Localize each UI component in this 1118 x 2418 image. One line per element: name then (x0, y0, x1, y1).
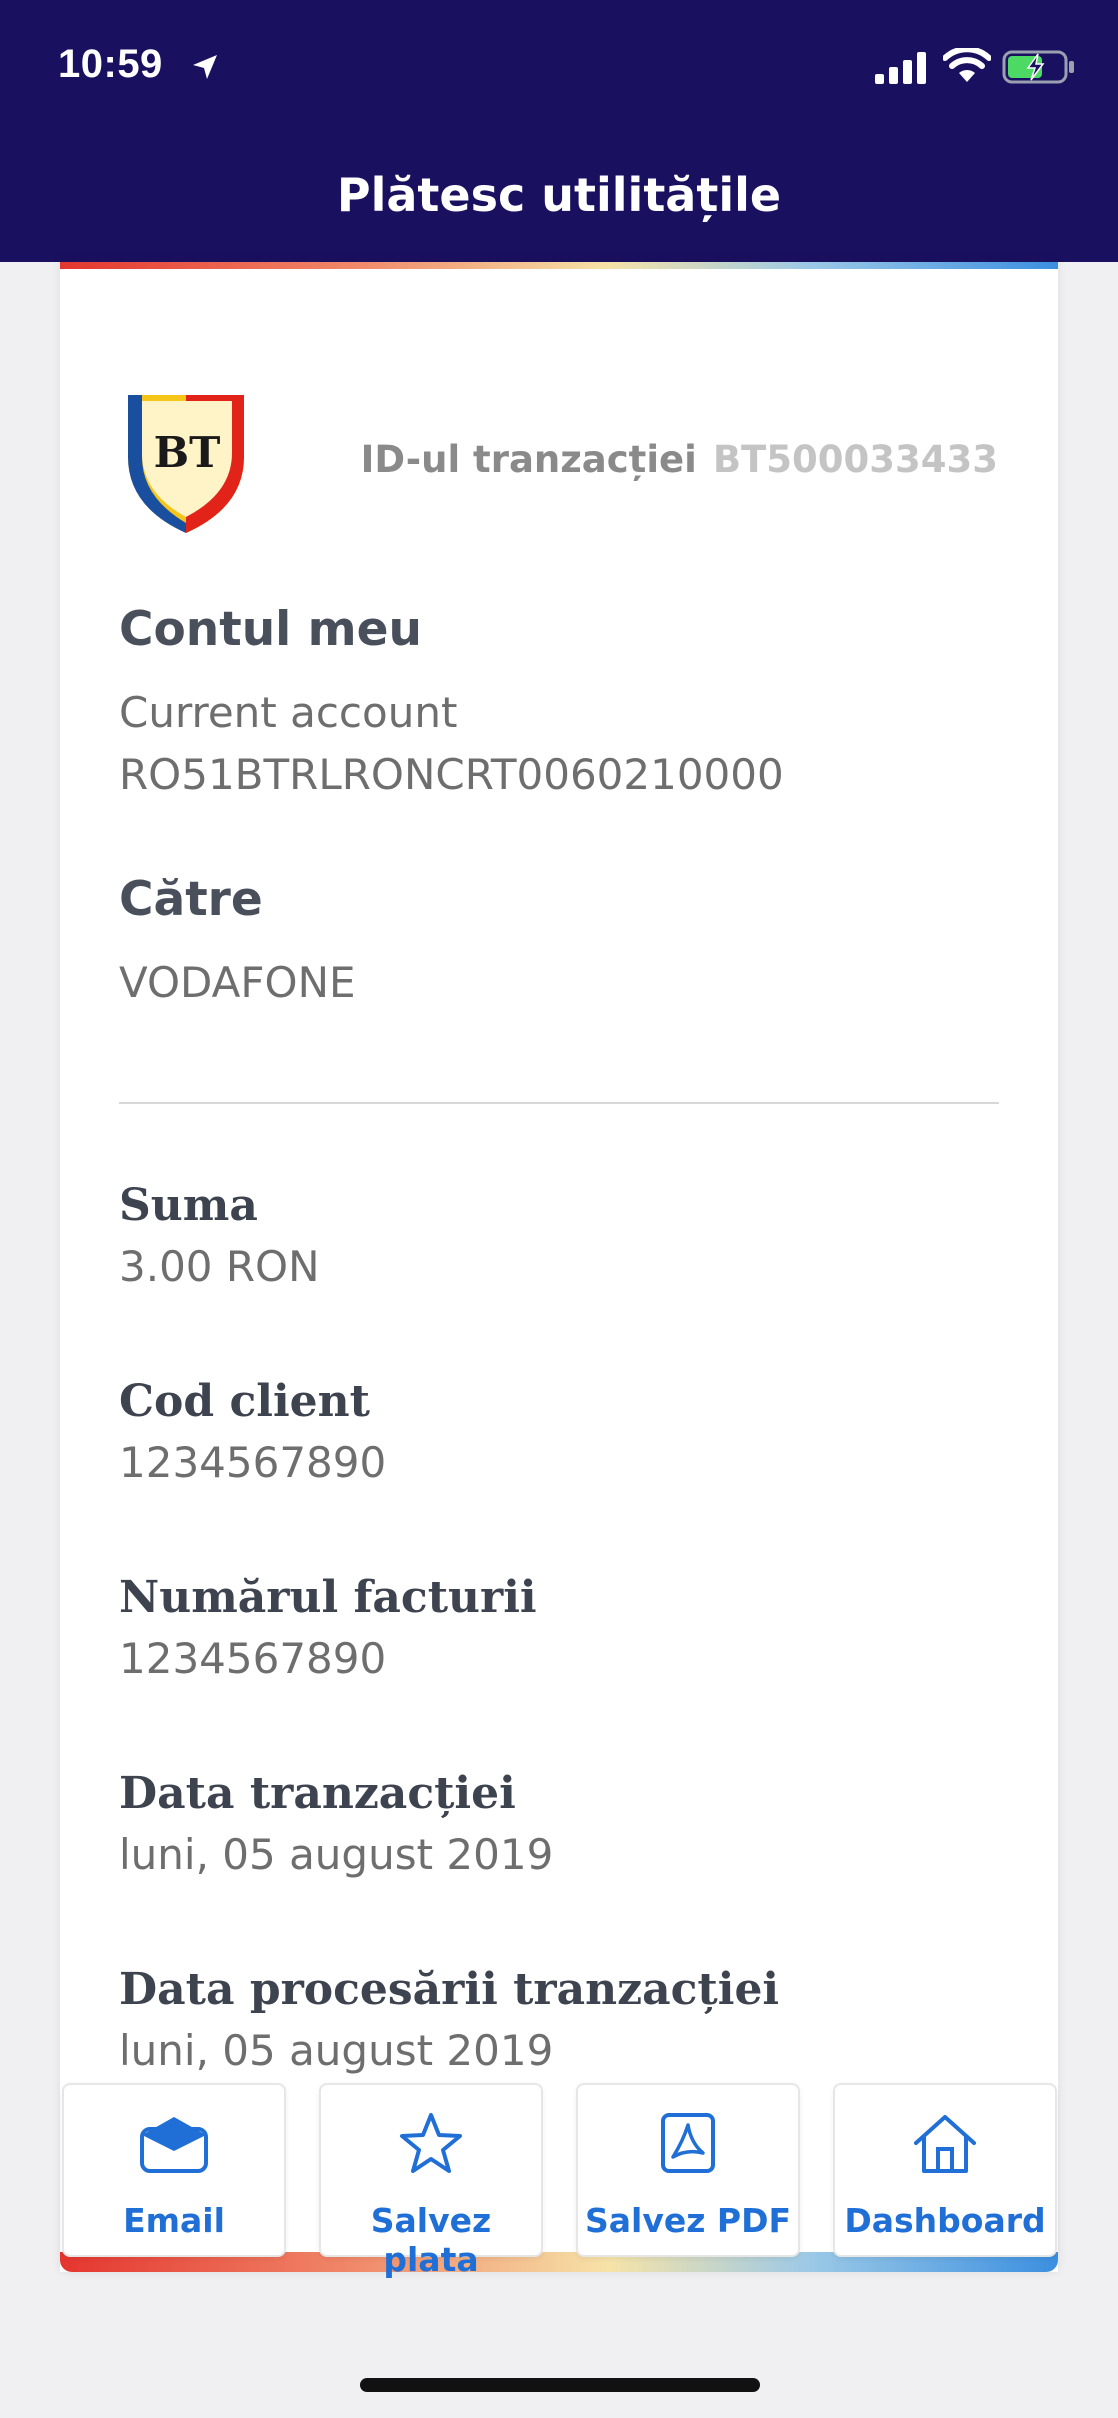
from-title: Contul meu (119, 602, 422, 657)
from-account-type: Current account (119, 688, 458, 737)
dashboard-button[interactable]: Dashboard (833, 2083, 1057, 2257)
receipt-card: BT ID-ul tranzacției BT500033433 Contul m… (60, 262, 1058, 2272)
save-pdf-button[interactable]: Salvez PDF (576, 2083, 800, 2257)
email-button[interactable]: Email (62, 2083, 286, 2257)
detail-value-invoice-number: 1234567890 (119, 1634, 387, 1683)
bt-logo-icon: BT (128, 395, 244, 533)
home-icon (914, 2115, 976, 2173)
email-icon (140, 2117, 208, 2173)
save-payment-button-label: Salvez plata (370, 2201, 492, 2279)
detail-value-transaction-date: luni, 05 august 2019 (119, 1830, 554, 1879)
detail-value-processing-date: luni, 05 august 2019 (119, 2026, 554, 2075)
card-gradient-top (60, 262, 1058, 269)
detail-label-transaction-date: Data tranzacției (119, 1768, 516, 1819)
save-pdf-button-label: Salvez PDF (584, 2201, 792, 2240)
detail-label-client-code: Cod client (119, 1376, 370, 1427)
transaction-id-label: ID-ul tranzacției (360, 438, 697, 481)
email-button-label: Email (123, 2201, 225, 2240)
detail-label-amount: Suma (119, 1180, 258, 1231)
detail-label-processing-date: Data procesării tranzacției (119, 1964, 780, 2015)
detail-value-client-code: 1234567890 (119, 1438, 387, 1487)
save-payment-button[interactable]: Salvez plata (319, 2083, 543, 2279)
status-bar: 10:59 (0, 0, 1118, 150)
location-arrow-icon (193, 55, 217, 79)
battery-charging-icon (1002, 50, 1074, 84)
action-bar: Email Salvez plata Salvez PDF Dashboard (60, 2083, 1058, 2279)
detail-label-invoice-number: Numărul facturii (119, 1572, 537, 1623)
star-icon (400, 2113, 462, 2173)
transaction-id: ID-ul tranzacției BT500033433 (361, 438, 998, 481)
page-title: Plătesc utilitățile (336, 168, 782, 222)
status-time: 10:59 (58, 42, 163, 86)
svg-text:BT: BT (154, 428, 221, 477)
from-iban: RO51BTRLRONCRT0060210000 (119, 750, 784, 799)
to-title: Către (119, 872, 263, 927)
divider (119, 1102, 999, 1104)
cellular-signal-icon (875, 52, 926, 84)
transaction-id-value: BT500033433 (712, 438, 998, 481)
wifi-icon (943, 48, 991, 82)
pdf-icon (661, 2113, 715, 2173)
dashboard-button-label: Dashboard (844, 2201, 1046, 2240)
to-name: VODAFONE (119, 958, 356, 1007)
detail-value-amount: 3.00 RON (119, 1242, 320, 1291)
home-indicator[interactable] (360, 2378, 760, 2392)
